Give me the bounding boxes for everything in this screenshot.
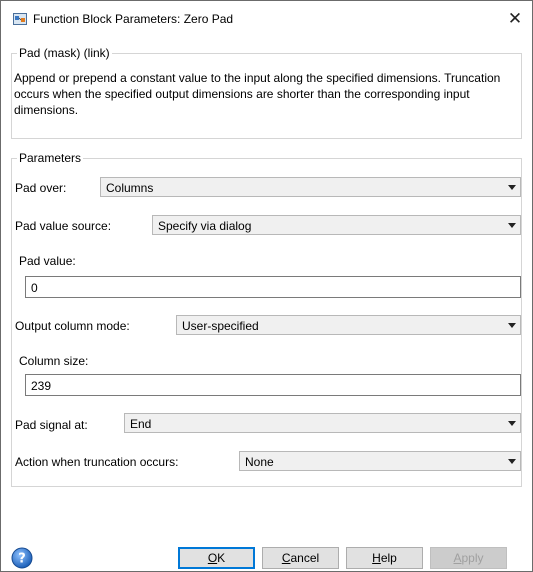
help-question-icon[interactable]: ? [11,547,33,569]
action-truncation-label: Action when truncation occurs: [15,455,179,469]
output-column-mode-value: User-specified [182,319,259,333]
dialog-window: Function Block Parameters: Zero Pad ✕ Pa… [0,0,533,572]
output-column-mode-label: Output column mode: [15,319,130,333]
pad-value-label: Pad value: [19,254,76,268]
cancel-button[interactable]: Cancel [262,547,339,569]
pad-over-value: Columns [106,181,154,195]
pad-signal-at-dropdown[interactable]: End [124,413,521,433]
title-bar[interactable]: Function Block Parameters: Zero Pad ✕ [1,1,532,37]
pad-signal-at-value: End [130,417,152,431]
cancel-label-rest: ancel [290,551,320,565]
output-column-mode-dropdown[interactable]: User-specified [176,315,521,335]
chevron-down-icon [508,323,516,328]
pad-value-source-dropdown[interactable]: Specify via dialog [152,215,521,235]
svg-text:?: ? [18,552,26,567]
help-button[interactable]: Help [346,547,423,569]
pad-over-dropdown[interactable]: Columns [100,177,521,197]
parameters-group-legend: Parameters [17,151,84,165]
close-icon[interactable]: ✕ [503,7,527,31]
help-label-rest: elp [380,551,397,565]
column-size-field[interactable]: 239 [25,374,521,396]
mask-group-legend: Pad (mask) (link) [17,46,112,60]
pad-value-field[interactable]: 0 [25,276,521,298]
apply-button[interactable]: Apply [430,547,507,569]
window-title: Function Block Parameters: Zero Pad [33,12,234,26]
ok-mnemonic: O [207,551,218,565]
ok-label-rest: K [217,551,226,565]
block-description: Append or prepend a constant value to th… [14,71,501,117]
chevron-down-icon [508,185,516,190]
help-mnemonic: H [372,551,381,565]
pad-signal-at-label: Pad signal at: [15,418,88,432]
action-truncation-value: None [245,455,274,469]
chevron-down-icon [508,223,516,228]
column-size-text: 239 [31,379,52,393]
simulink-block-icon [13,13,27,25]
column-size-label: Column size: [19,354,89,368]
apply-label-rest: pply [461,551,484,565]
chevron-down-icon [508,459,516,464]
pad-value-source-value: Specify via dialog [158,219,252,233]
apply-mnemonic: A [453,551,462,565]
ok-button[interactable]: OK [178,547,255,569]
pad-value-text: 0 [31,281,38,295]
chevron-down-icon [508,421,516,426]
pad-over-label: Pad over: [15,181,67,195]
pad-value-source-label: Pad value source: [15,219,112,233]
action-truncation-dropdown[interactable]: None [239,451,521,471]
